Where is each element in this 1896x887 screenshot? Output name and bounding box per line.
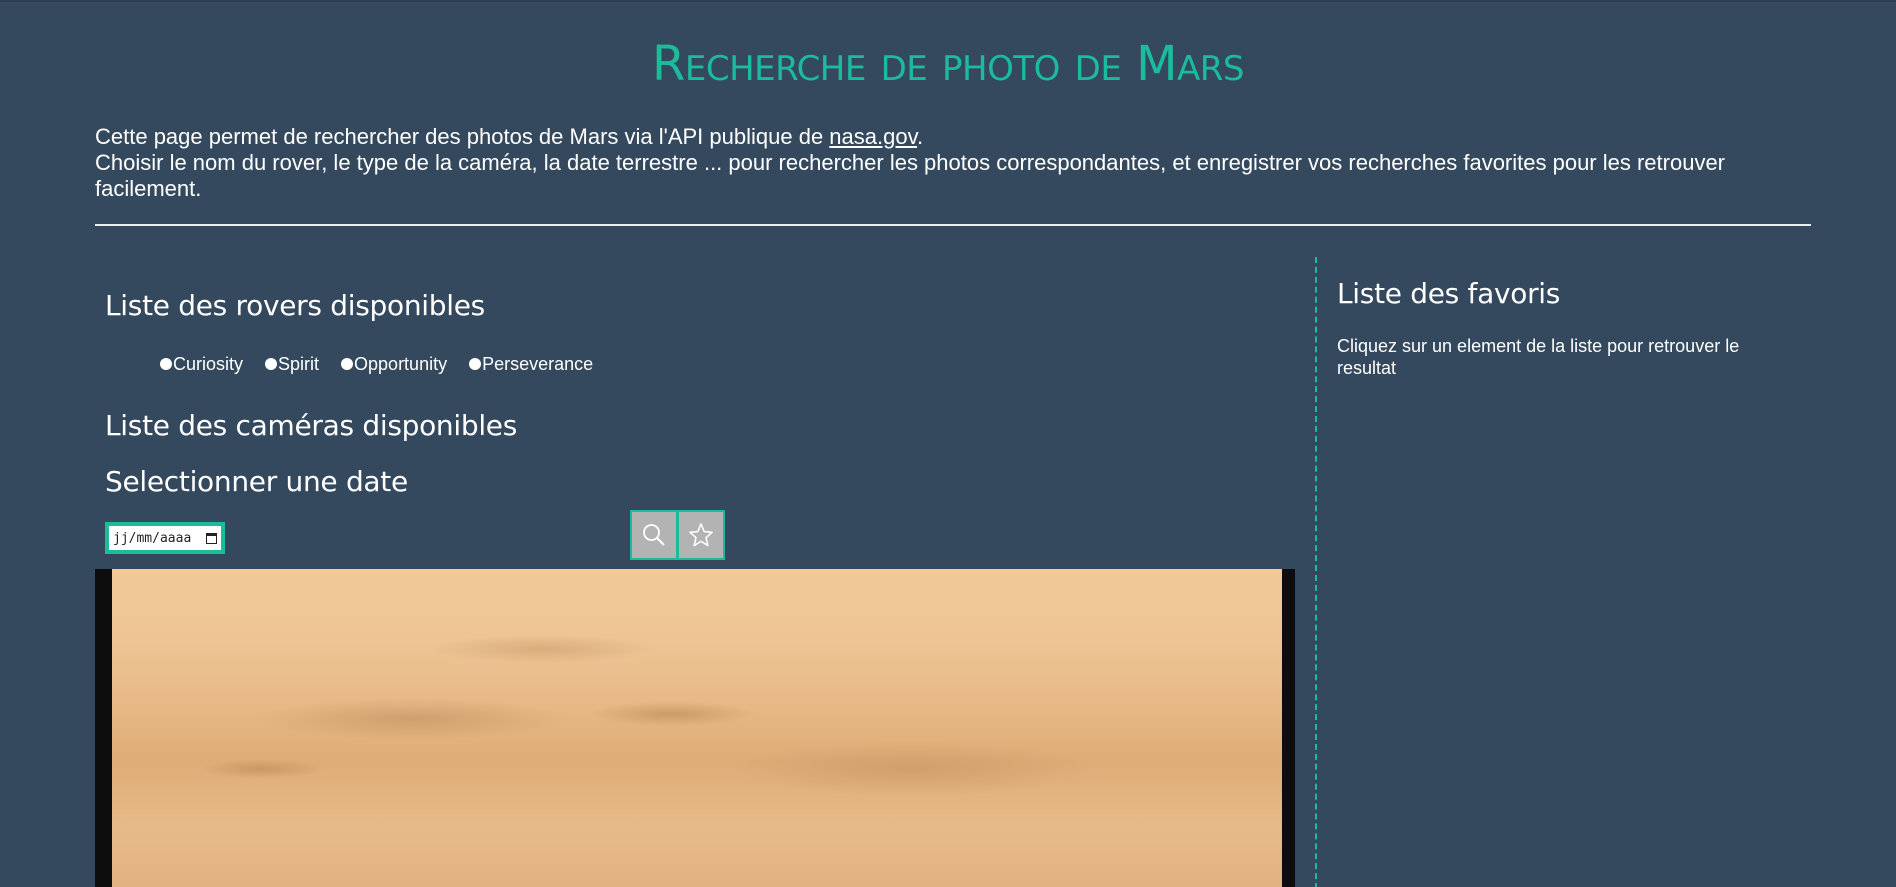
cameras-heading: Liste des caméras disponibles <box>105 409 518 442</box>
favorites-heading: Liste des favoris <box>1337 277 1561 310</box>
star-icon <box>689 523 713 547</box>
rover-label: Curiosity <box>173 354 244 374</box>
intro-text: Cette page permet de rechercher des phot… <box>95 124 1815 202</box>
rover-option-spirit[interactable]: Spirit <box>265 353 319 375</box>
search-panel: Liste des rovers disponibles Curiosity S… <box>95 257 1295 887</box>
date-heading: Selectionner une date <box>105 465 408 498</box>
rover-label: Perseverance <box>482 354 594 374</box>
rover-option-opportunity[interactable]: Opportunity <box>341 353 447 375</box>
intro-line1-text: Cette page permet de rechercher des phot… <box>95 124 830 149</box>
date-placeholder: jj/mm/aaaa <box>113 530 192 546</box>
page-title: Recherche de photo de Mars <box>652 36 1244 92</box>
page: Recherche de photo de Mars Cette page pe… <box>0 0 1896 887</box>
radio-button-opportunity[interactable] <box>341 358 354 370</box>
header-divider <box>95 224 1811 226</box>
photo-result <box>95 569 1295 887</box>
favorites-panel: Liste des favoris Cliquez sur un element… <box>1315 257 1817 887</box>
calendar-icon[interactable] <box>206 532 217 544</box>
intro-line1-end: . <box>916 124 924 149</box>
rover-radio-group: Curiosity Spirit Opportunity Perseveranc… <box>160 353 615 375</box>
date-input[interactable]: jj/mm/aaaa <box>105 522 225 554</box>
radio-button-curiosity[interactable] <box>160 358 172 370</box>
search-icon <box>643 524 665 546</box>
radio-button-spirit[interactable] <box>265 358 278 370</box>
rover-option-curiosity[interactable]: Curiosity <box>160 353 243 375</box>
favorites-description: Cliquez sur un element de la liste pour … <box>1337 336 1740 378</box>
rover-label: Spirit <box>278 354 320 374</box>
rover-option-perseverance[interactable]: Perseverance <box>469 353 593 375</box>
add-favorite-button[interactable] <box>677 510 725 560</box>
rovers-heading: Liste des rovers disponibles <box>105 289 485 322</box>
intro-line2-text: Choisir le nom du rover, le type de la c… <box>95 150 1726 201</box>
rover-label: Opportunity <box>354 354 448 374</box>
nasa-link[interactable]: nasa.gov <box>829 124 917 149</box>
search-button[interactable] <box>630 510 678 560</box>
radio-button-perseverance[interactable] <box>469 358 482 370</box>
mars-photo <box>112 569 1282 887</box>
